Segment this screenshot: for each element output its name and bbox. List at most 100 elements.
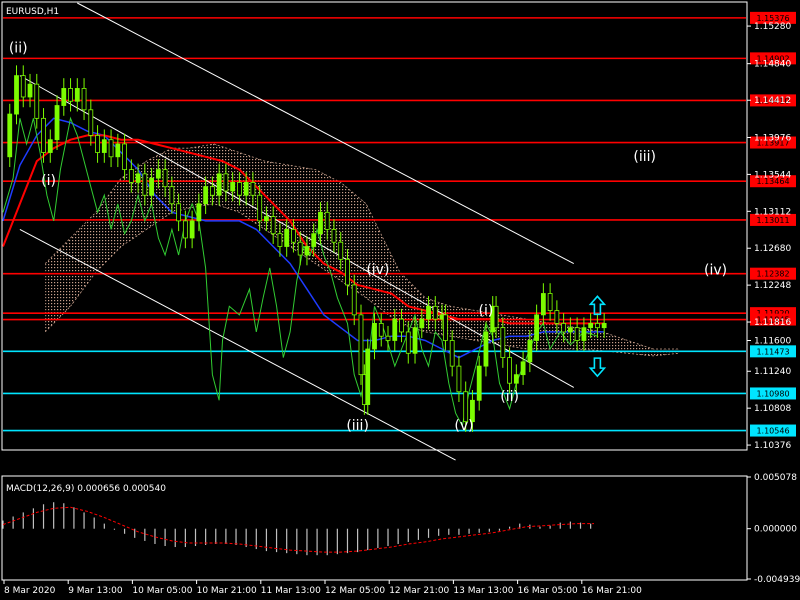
price-tick-label: 1.13112 (754, 207, 791, 217)
price-tick-label: 1.14840 (754, 60, 791, 70)
candle-body (392, 318, 398, 341)
candle-body (493, 305, 499, 329)
macd-signal-line (2, 506, 594, 553)
support-level-tag: 1.11473 (756, 347, 789, 356)
candle-body (68, 88, 73, 102)
candle-body (595, 323, 600, 329)
candle-body (284, 229, 290, 247)
candle-body (449, 340, 455, 367)
candle-body (169, 186, 175, 205)
candle-body (196, 203, 202, 222)
time-tick-label: 11 Mar 13:00 (261, 586, 321, 596)
candle-body (351, 284, 357, 316)
candle-body (223, 173, 229, 192)
macd-label: MACD(12,26,9) 0.000656 0.000540 (6, 484, 166, 494)
candle-body (81, 88, 87, 111)
candle-body (476, 365, 482, 401)
candle-body (101, 139, 107, 153)
candle-body (47, 139, 53, 153)
support-level-tag: 1.10980 (756, 389, 789, 398)
candle-body (135, 173, 141, 183)
candle-body (520, 361, 526, 376)
candle-body (108, 139, 114, 158)
candle-body (463, 391, 469, 423)
candle-body (61, 88, 67, 106)
price-tick-label: 1.11600 (754, 336, 791, 346)
candle-body (561, 323, 567, 333)
arrow-down-icon (588, 357, 607, 378)
candle-body (554, 310, 560, 324)
time-tick-label: 9 Mar 13:00 (68, 586, 123, 596)
candle-body (405, 331, 411, 354)
candle-body (257, 194, 263, 222)
candle-body (358, 314, 364, 376)
candle-body (372, 323, 377, 350)
price-tick-label: 1.11816 (754, 318, 791, 328)
candle-body (291, 229, 296, 243)
candle-body (264, 216, 269, 222)
macd-tick-label: 0.005078 (754, 473, 797, 483)
candle-body (74, 88, 80, 102)
wave-label: (iv) (366, 262, 389, 278)
candle-body (237, 182, 242, 196)
candle-body (122, 143, 127, 171)
time-tick-label: 13 Mar 13:00 (453, 586, 513, 596)
candle-body (426, 305, 431, 320)
candle-body (230, 182, 236, 192)
candle-body (270, 216, 276, 235)
macd-axis: 0.005078 0.000000 -0.004939 (747, 473, 800, 585)
price-tick-label: 1.15280 (754, 22, 791, 32)
candle-body (250, 182, 256, 196)
time-tick-label: 12 Mar 21:00 (389, 586, 449, 596)
candle-body (324, 211, 330, 230)
chart: 1.153761.149021.144101.139171.134641.130… (1, 1, 800, 596)
wave-label: (ii) (9, 41, 28, 57)
price-tick-label: 1.10808 (754, 404, 791, 414)
candle-body (581, 327, 587, 341)
candle-body (385, 335, 391, 341)
wave-label: (iv) (704, 263, 727, 279)
candle-body (432, 305, 438, 320)
candle-body (277, 233, 283, 247)
candle-body (88, 109, 94, 136)
macd-tick-label: -0.004939 (754, 575, 800, 585)
candle-body (189, 220, 195, 239)
price-tick-label: 1.14412 (754, 96, 791, 106)
candle-body (534, 314, 540, 341)
candle-body (365, 348, 371, 405)
candle-body (601, 323, 607, 329)
candle-body (216, 173, 222, 196)
candle-body (588, 323, 594, 329)
candle-body (443, 314, 448, 341)
wave-label: (v) (454, 418, 473, 434)
macd-pane (2, 502, 594, 556)
candle-body (95, 135, 100, 153)
candle-body (456, 365, 462, 393)
resistance-level-tag: 1.12382 (756, 270, 789, 279)
candle-body (54, 105, 60, 141)
candle-body (34, 83, 40, 119)
candle-body (162, 169, 168, 188)
candle-body (500, 327, 506, 358)
price-tick-label: 1.11240 (754, 367, 791, 377)
candle-body (20, 75, 26, 98)
candle-body (378, 323, 384, 337)
candle-body (513, 374, 519, 384)
candle-body (574, 327, 580, 341)
support-level-tag: 1.10546 (756, 427, 789, 436)
price-tick-label: 1.12680 (754, 244, 791, 254)
wave-label: (i) (41, 173, 56, 189)
wave-label: (iii) (346, 418, 369, 434)
candle-body (483, 331, 489, 367)
candle-body (176, 203, 182, 222)
candle-body (297, 241, 303, 256)
price-tick-label: 1.10376 (754, 441, 791, 451)
wave-label: (i) (479, 303, 494, 319)
candle-body (7, 113, 13, 158)
candle-body (209, 186, 215, 196)
candle-body (567, 327, 573, 333)
price-tick-label: 1.13976 (754, 133, 791, 143)
candle-body (182, 220, 188, 239)
candle-body (345, 258, 350, 286)
candle-body (507, 357, 512, 384)
